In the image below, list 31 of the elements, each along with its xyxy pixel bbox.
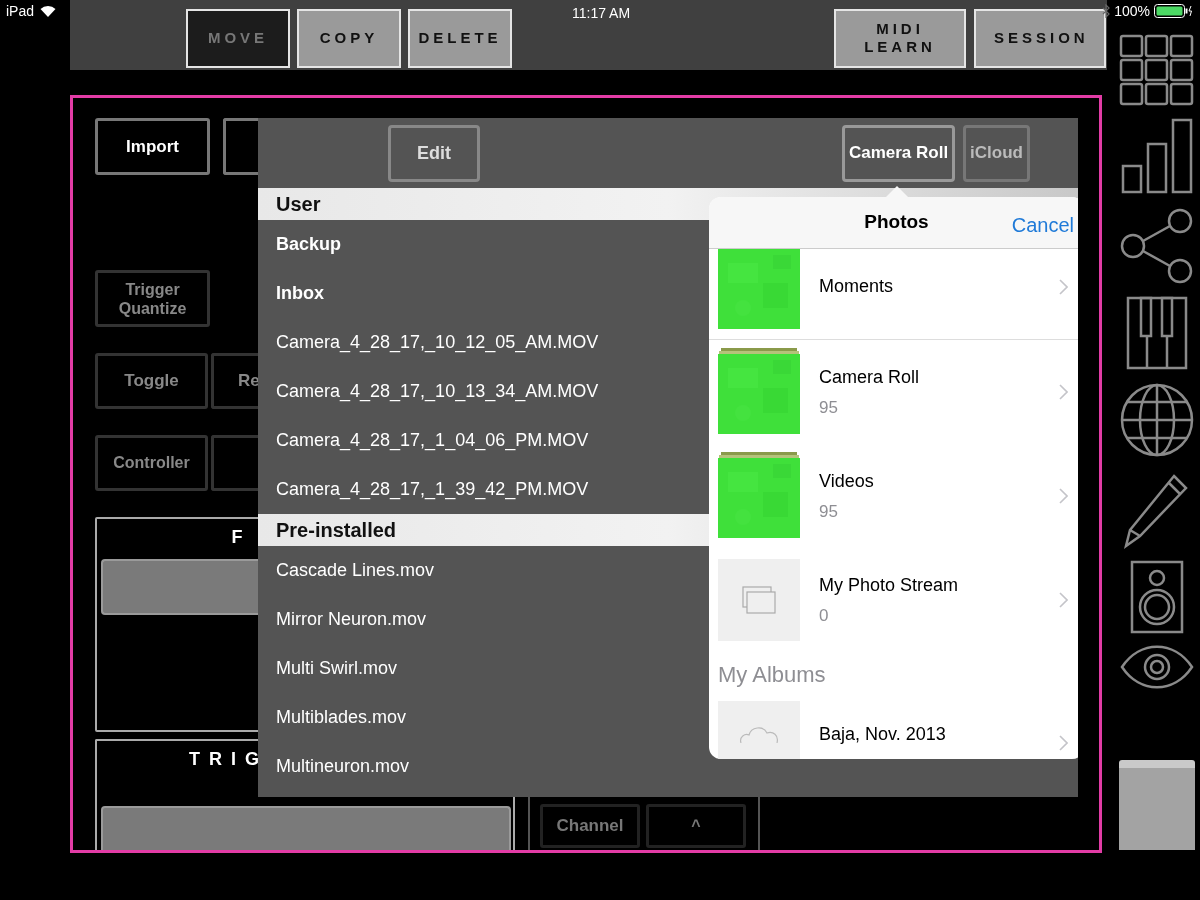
clock: 11:17 AM	[572, 4, 631, 23]
toolbar-button[interactable]: DELETE	[408, 8, 512, 68]
album-row[interactable]: Camera Roll 95	[709, 340, 1078, 444]
album-row[interactable]: Baja, Nov. 2013	[709, 701, 1078, 759]
toolbar-button[interactable]: MOVE	[186, 8, 290, 68]
panel-title: F	[231, 526, 249, 549]
toolbar-button[interactable]: COPY	[297, 8, 401, 68]
album-count: 95	[819, 396, 839, 419]
source-tab[interactable]: Camera Roll	[841, 124, 956, 182]
panel-title: TRIG	[189, 748, 268, 771]
edit-button[interactable]: Edit	[388, 124, 480, 182]
controller-button[interactable]: Controller	[95, 435, 208, 491]
album-name: Videos	[819, 469, 874, 493]
toolbar-button[interactable]: SESSION	[974, 8, 1106, 68]
album-name: Baja, Nov. 2013	[819, 723, 946, 746]
toggle-button[interactable]: Toggle	[95, 353, 208, 409]
section-title: My Albums	[717, 661, 827, 689]
album-row[interactable]: My Photo Stream 0	[709, 548, 1078, 652]
album-row[interactable]: Moments	[709, 249, 1078, 339]
album-name: Moments	[819, 275, 894, 298]
up-button[interactable]: ^	[646, 804, 746, 848]
battery-percent: 100%	[1114, 1, 1150, 21]
device-name: iPad	[6, 1, 35, 21]
album-name: Camera Roll	[819, 365, 920, 389]
channel-button[interactable]: Channel	[540, 804, 640, 848]
source-tab[interactable]: iCloud	[963, 124, 1030, 182]
import-button[interactable]: Import	[95, 118, 210, 175]
album-count: 0	[819, 604, 830, 627]
toolbar-button[interactable]: MIDI LEARN	[834, 8, 966, 68]
trigger-quantize-button[interactable]: Trigger Quantize	[95, 270, 210, 327]
album-name: My Photo Stream	[819, 573, 959, 597]
